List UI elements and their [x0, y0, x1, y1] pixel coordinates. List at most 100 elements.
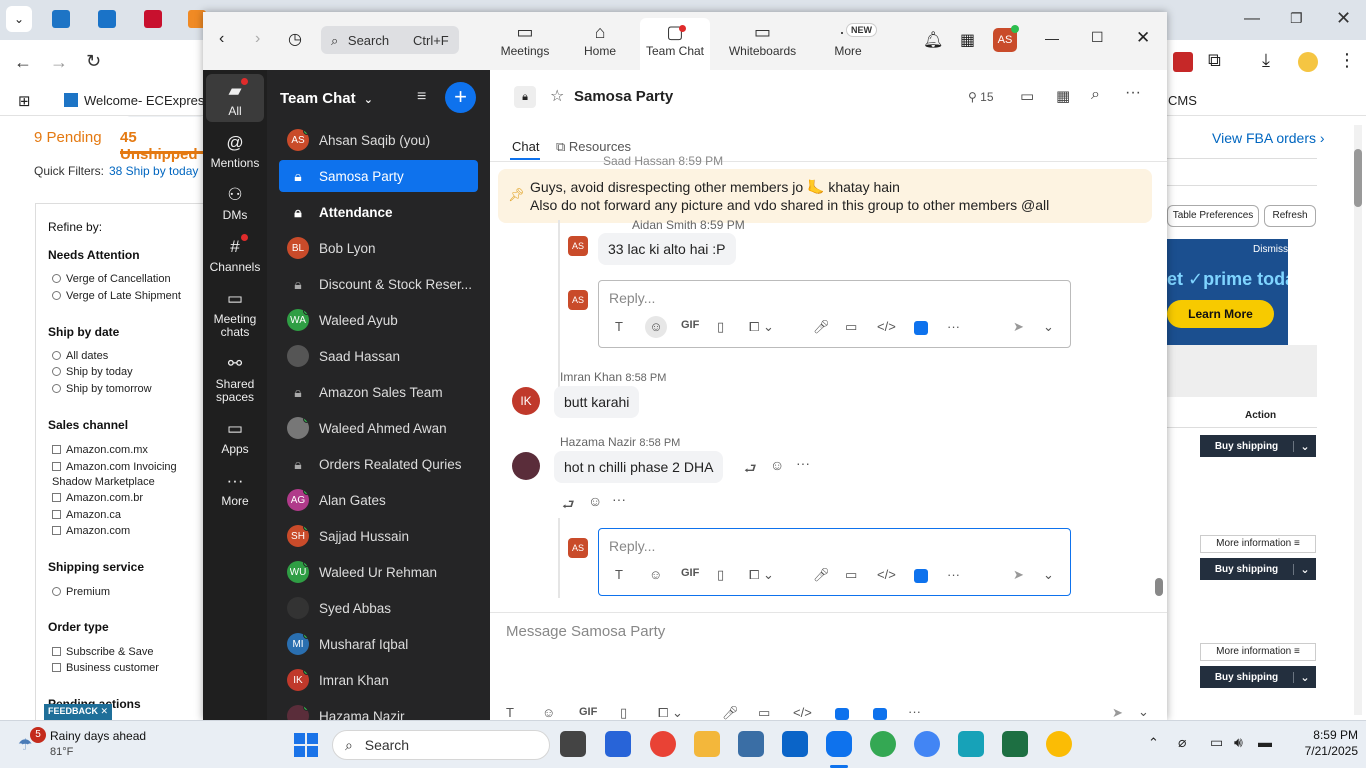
channel-list-item[interactable]: AS Ahsan Saqib (you) — [279, 124, 478, 156]
page-scrollbar[interactable] — [1354, 125, 1362, 715]
rail-apps[interactable]: ▭ Apps — [205, 418, 265, 456]
add-reaction-icon[interactable]: ☺ — [588, 493, 602, 509]
subscribe-option[interactable]: Subscribe & Save — [52, 646, 153, 658]
emoji-icon[interactable]: ☺ — [542, 705, 555, 720]
zoom-app-icon[interactable] — [914, 569, 928, 583]
zoom-taskbar-icon[interactable] — [826, 731, 852, 757]
message-bubble[interactable]: 33 lac ki alto hai :P — [598, 233, 736, 265]
network-icon[interactable]: ⌀ — [1178, 734, 1186, 751]
zoom-app-icon[interactable] — [835, 708, 849, 720]
scrollbar-thumb[interactable] — [1155, 578, 1163, 596]
chrome-profile-icon[interactable] — [870, 731, 896, 757]
microphone-icon[interactable]: 🎤︎ — [813, 319, 830, 335]
file-icon[interactable]: ▯ — [620, 705, 627, 720]
channel-list-item[interactable]: Syed Abbas — [279, 592, 478, 624]
chevron-up-icon[interactable]: ⌃ — [1148, 735, 1159, 751]
emoji-icon[interactable]: ☺ — [649, 567, 662, 582]
message-bubble[interactable]: butt karahi — [554, 386, 640, 418]
bookmark-cms[interactable]: CMS — [1168, 93, 1197, 108]
back-icon[interactable]: ← — [14, 52, 32, 73]
taskbar-search[interactable]: ⌕ Search — [332, 730, 550, 760]
tab-meetings[interactable]: ▭ Meetings — [490, 20, 560, 58]
tab-unshipped[interactable]: 45 Unshipped — [120, 129, 205, 163]
store-tab-icon[interactable] — [98, 10, 116, 28]
ship-today-option[interactable]: Ship by today — [52, 366, 133, 378]
text-format-icon[interactable]: T — [615, 319, 623, 334]
rail-channels[interactable]: # Channels — [205, 236, 265, 274]
chrome-profile-icon[interactable] — [914, 731, 940, 757]
channel-list-item[interactable]: 🔒︎ Discount & Stock Reser... — [279, 268, 478, 300]
weather-widget[interactable]: ☂ 5 Rainy days ahead 81°F — [14, 727, 184, 763]
thread-reply-box[interactable]: Reply... T ☺ GIF ▯ ⧠ ⌄ 🎤︎ ▭ </> ··· ➤ ⌄ — [598, 280, 1071, 348]
tab-whiteboards[interactable]: ▭ Whiteboards — [725, 20, 800, 58]
video-call-icon[interactable]: ▭ — [1020, 87, 1034, 105]
forward-icon[interactable]: › — [255, 30, 260, 48]
profile-avatar[interactable] — [1298, 52, 1318, 72]
buy-shipping-button[interactable]: Buy shipping ⌄ — [1200, 666, 1316, 688]
refresh-button[interactable]: Refresh — [1264, 205, 1316, 227]
more-tools-icon[interactable]: ··· — [908, 704, 921, 719]
back-icon[interactable]: ‹ — [219, 30, 224, 48]
more-tools-icon[interactable]: ··· — [947, 567, 960, 582]
download-icon[interactable]: ⤓ — [1262, 50, 1270, 71]
send-icon[interactable]: ➤ — [1112, 705, 1123, 720]
code-icon[interactable]: </> — [793, 705, 812, 720]
view-fba-link[interactable]: View FBA orders › — [1212, 130, 1325, 146]
more-options-icon[interactable]: ··· — [1125, 84, 1141, 102]
emoji-icon[interactable]: ☺ — [645, 316, 667, 338]
chrome-icon[interactable] — [650, 731, 676, 757]
text-format-icon[interactable]: T — [615, 567, 623, 582]
ship-today-chip[interactable]: 38 Ship by today — [109, 164, 198, 178]
chat-scrollbar[interactable] — [1155, 162, 1163, 610]
avatar[interactable] — [512, 452, 540, 480]
channel-list-item[interactable]: 🔒︎ Samosa Party — [279, 160, 478, 192]
video-message-icon[interactable]: ▭ — [845, 319, 857, 335]
battery-icon[interactable]: ▬ — [1258, 734, 1272, 750]
channel-ca-option[interactable]: Amazon.ca — [52, 509, 121, 521]
close-button[interactable]: ✕ — [1136, 28, 1150, 48]
store-icon[interactable] — [605, 731, 631, 757]
tab-pending[interactable]: 9 Pending — [34, 129, 102, 146]
display-icon[interactable]: ▭ — [1210, 734, 1223, 751]
filter-icon[interactable]: ≡ — [417, 88, 426, 106]
send-icon[interactable]: ➤ — [1013, 567, 1024, 583]
search-icon[interactable]: ⌕ — [1091, 86, 1100, 104]
search-input[interactable]: ⌕ Search Ctrl+F — [321, 26, 459, 54]
chevron-down-icon[interactable]: ⌄ — [1294, 671, 1316, 684]
rail-mentions[interactable]: @ Mentions — [205, 132, 265, 170]
dhl-tab-icon[interactable] — [144, 10, 162, 28]
avatar[interactable]: IK — [512, 387, 540, 415]
message-more-icon[interactable]: ··· — [796, 455, 810, 471]
premium-option[interactable]: Premium — [52, 586, 110, 598]
channel-title[interactable]: Samosa Party — [574, 88, 673, 105]
zoom-app-icon[interactable] — [914, 321, 928, 335]
gif-icon[interactable]: GIF — [681, 319, 699, 331]
send-options-icon[interactable]: ⌄ — [1043, 567, 1054, 583]
tab-chat[interactable]: Chat — [512, 139, 539, 154]
screenshot-icon[interactable]: ⧠ ⌄ — [749, 319, 774, 335]
channel-mx-option[interactable]: Amazon.com.mx — [52, 444, 148, 456]
channel-list-item[interactable]: Hazama Nazir — [279, 700, 478, 720]
rail-more[interactable]: ··· More — [205, 470, 265, 508]
channel-list-item[interactable]: 🔒︎ Amazon Sales Team — [279, 376, 478, 408]
maximize-button[interactable]: ☐ — [1091, 29, 1104, 46]
screenshot-icon[interactable]: ⧠ ⌄ — [749, 567, 774, 583]
table-preferences-button[interactable]: Table Preferences — [1167, 205, 1259, 227]
reply-thread-icon[interactable]: ⮐ — [744, 458, 757, 482]
more-information-button[interactable]: More information ≡ — [1200, 643, 1316, 661]
video-message-icon[interactable]: ▭ — [758, 705, 770, 720]
channel-list-item[interactable]: IK Imran Khan — [279, 664, 478, 696]
volume-icon[interactable]: 🔊︎ — [1234, 734, 1243, 751]
app-icon[interactable] — [958, 731, 984, 757]
channel-list-item[interactable]: 🔒︎ Attendance — [279, 196, 478, 228]
bookmark-ecexpress[interactable]: Welcome- ECExpres... — [64, 93, 215, 108]
restore-browser-button[interactable]: ❐ — [1290, 10, 1303, 27]
more-tools-icon[interactable]: ··· — [947, 319, 960, 334]
buy-shipping-button[interactable]: Buy shipping ⌄ — [1200, 558, 1316, 580]
channel-br-option[interactable]: Amazon.com.br — [52, 492, 143, 504]
verge-late-option[interactable]: Verge of Late Shipment — [52, 290, 181, 302]
add-button[interactable]: + — [445, 82, 476, 113]
rail-all[interactable]: ▰ All — [205, 80, 265, 118]
tab-home[interactable]: ⌂ Home — [565, 20, 635, 58]
star-icon[interactable]: ☆ — [550, 86, 564, 106]
